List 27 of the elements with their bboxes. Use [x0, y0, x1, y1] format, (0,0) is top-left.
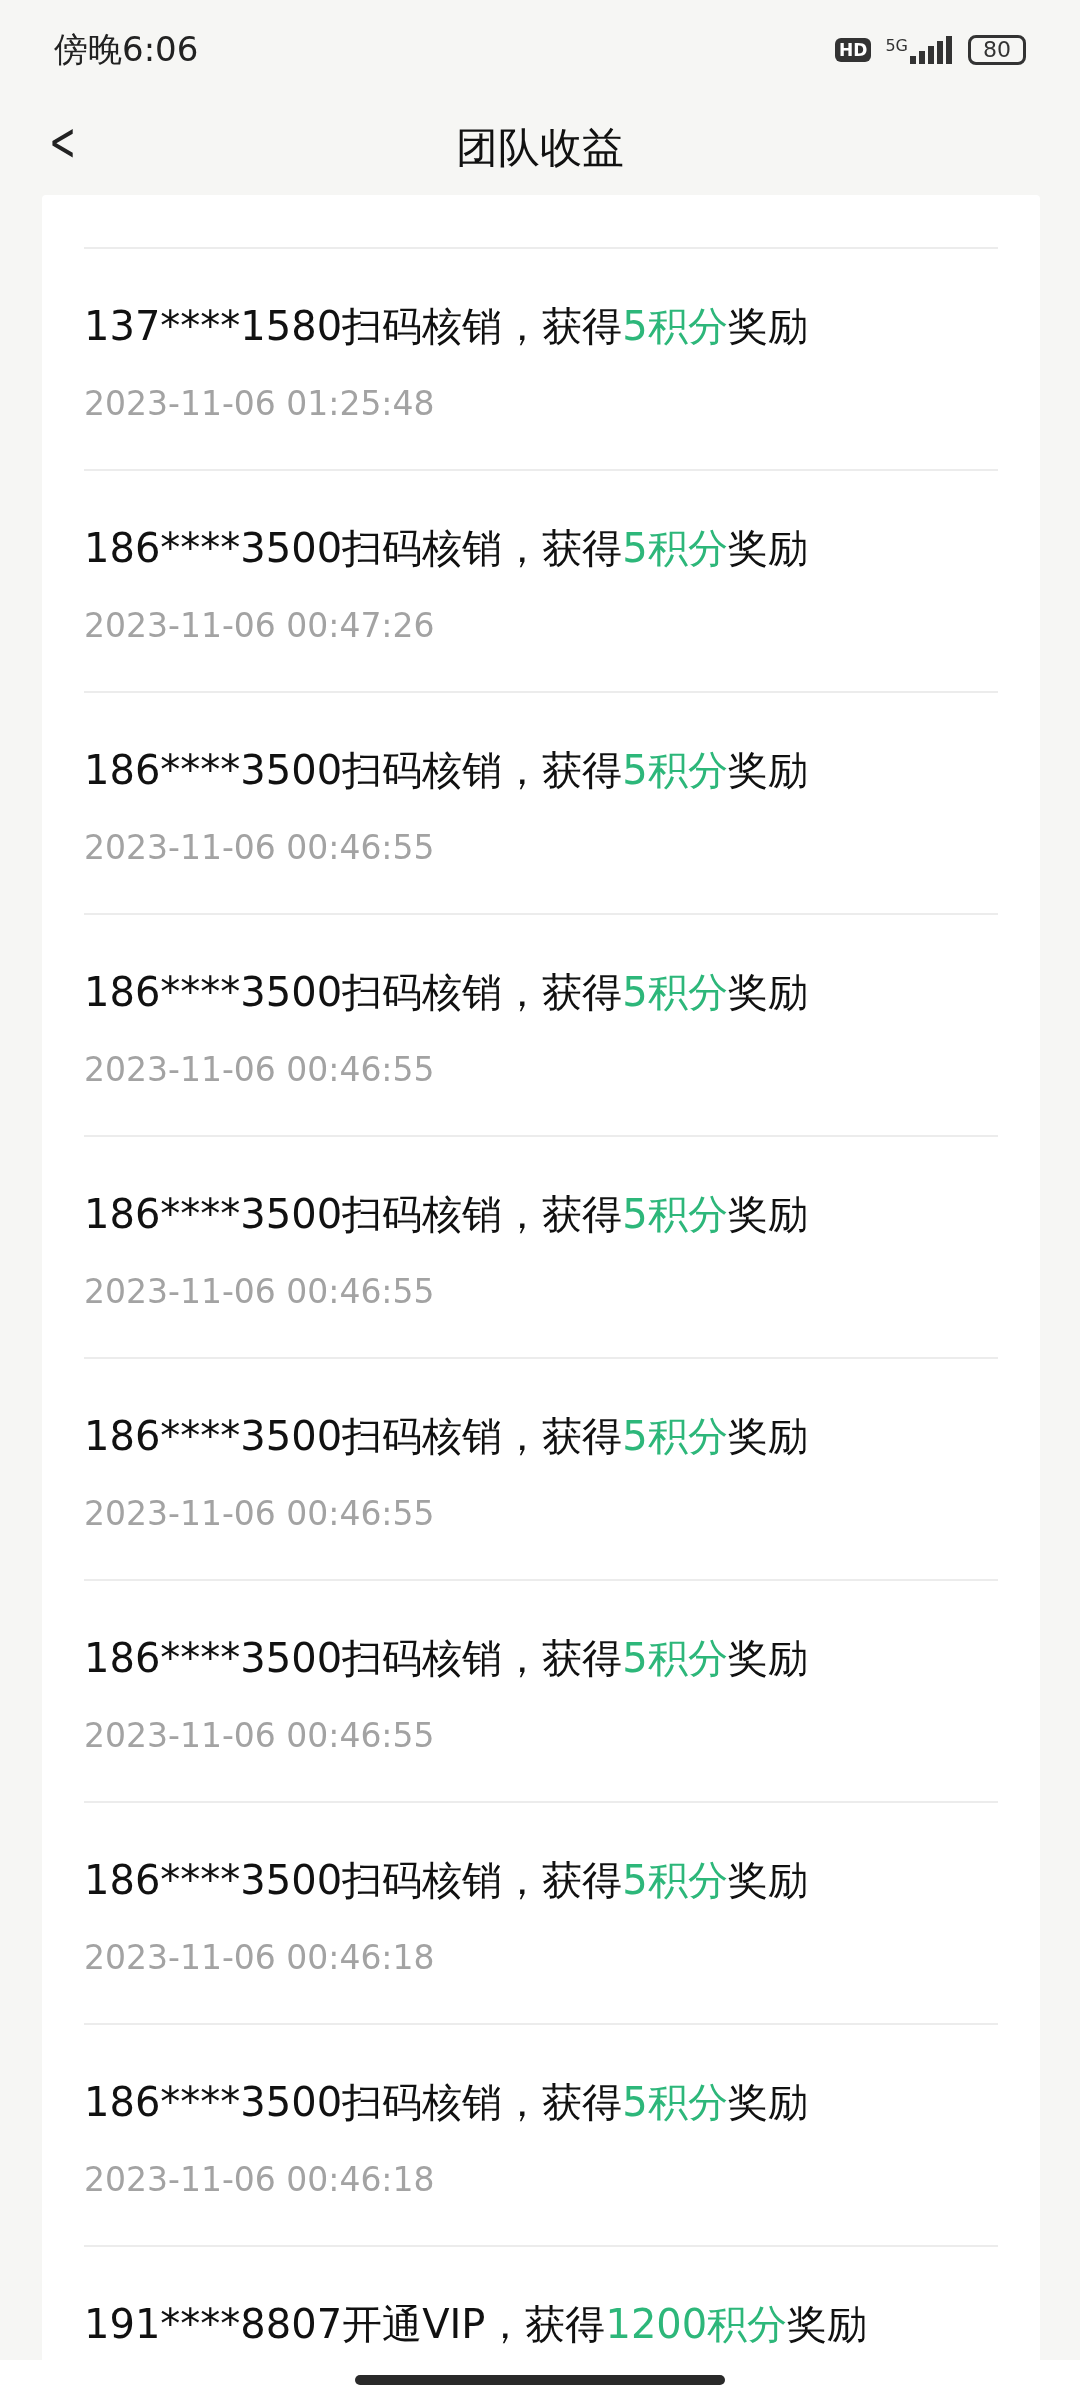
record-time: 2023-11-06 00:46:55	[84, 1271, 436, 1313]
record-text: 186****3500扫码核销，获得5积分奖励	[84, 524, 809, 573]
record-time: 2023-11-06 00:46:18	[84, 1937, 436, 1979]
record-text: 186****3500扫码核销，获得5积分奖励	[84, 1412, 809, 1461]
record-text: 186****3500扫码核销，获得5积分奖励	[84, 1190, 809, 1239]
record-time: 2023-11-06 00:46:55	[84, 1049, 436, 1091]
record-text: 137****1580扫码核销，获得5积分奖励	[84, 302, 809, 351]
record-text: 186****3500扫码核销，获得5积分奖励	[84, 1856, 809, 1905]
record-time: 2023-11-06 00:47:26	[84, 605, 436, 647]
record-time: 2023-11-06 00:46:55	[84, 827, 436, 869]
record-text: 186****3500扫码核销，获得5积分奖励	[84, 1634, 809, 1683]
battery-indicator: 80	[968, 35, 1026, 65]
record-time: 2023-11-06 00:46:55	[84, 1493, 436, 1535]
page-title: 团队收益	[456, 121, 624, 174]
record-text: 186****3500扫码核销，获得5积分奖励	[84, 2078, 809, 2127]
record-time: 2023-11-06 01:25:48	[84, 383, 436, 425]
record-time: 2023-11-06 00:46:18	[84, 2159, 436, 2201]
hd-badge: HD	[835, 38, 872, 62]
record-time: 2023-11-06 00:46:55	[84, 1715, 436, 1757]
back-button[interactable]: <	[43, 110, 83, 173]
network-label: 5G	[885, 36, 908, 55]
signal-icon	[910, 36, 954, 64]
record-text: 191****8807开通VIP，获得1200积分奖励	[84, 2300, 869, 2349]
record-text: 186****3500扫码核销，获得5积分奖励	[84, 968, 809, 1017]
home-indicator[interactable]	[355, 2375, 725, 2385]
record-text: 186****3500扫码核销，获得5积分奖励	[84, 746, 809, 795]
status-time: 傍晚6:06	[54, 28, 199, 71]
